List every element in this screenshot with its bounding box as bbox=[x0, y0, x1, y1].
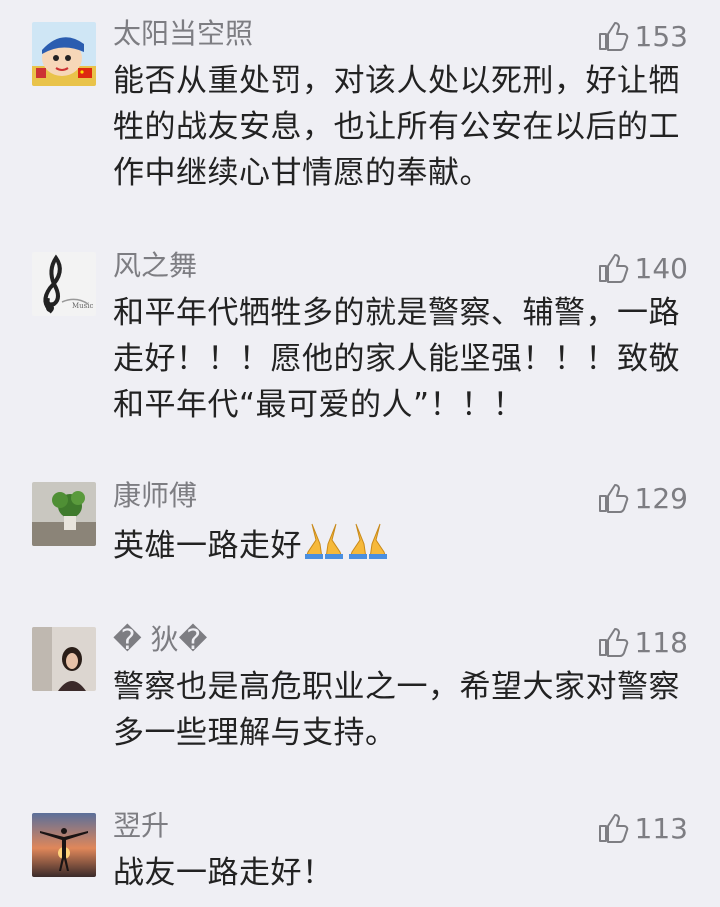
like-button[interactable]: 140 bbox=[597, 250, 688, 286]
like-count: 113 bbox=[634, 811, 688, 845]
comment-text: 能否从重处罚，对该人处以死刑，好让牺牲的战友安息，也让所有公安在以后的工作中继续… bbox=[113, 63, 680, 191]
portrait-photo-avatar-icon[interactable] bbox=[32, 627, 96, 691]
comment-author[interactable]: 太阳当空照 bbox=[113, 17, 253, 51]
music-clef-avatar-icon[interactable]: Music bbox=[32, 252, 96, 316]
thumbs-up-icon bbox=[598, 628, 628, 657]
like-button[interactable]: 129 bbox=[597, 480, 688, 516]
comment-author[interactable]: 翌升 bbox=[113, 809, 169, 843]
like-count: 153 bbox=[634, 19, 688, 53]
comment-text: 战友一路走好！ bbox=[113, 855, 334, 891]
comment-author[interactable]: 康师傅 bbox=[113, 479, 197, 513]
like-count: 129 bbox=[634, 481, 688, 515]
comment-text-body: 英雄一路走好 bbox=[113, 528, 302, 564]
thumbs-up-icon bbox=[598, 814, 628, 843]
like-button[interactable]: 113 bbox=[597, 810, 688, 846]
praying-hands-emoji bbox=[302, 520, 390, 573]
comment-author[interactable]: � 狄� bbox=[113, 623, 207, 657]
sunset-silhouette-avatar-icon[interactable] bbox=[32, 813, 96, 877]
like-button[interactable]: 118 bbox=[597, 624, 688, 660]
like-count: 140 bbox=[634, 251, 688, 285]
plant-photo-avatar-icon[interactable] bbox=[32, 482, 96, 546]
comment-text: 警察也是高危职业之一，希望大家对警察多一些理解与支持。 bbox=[113, 669, 680, 751]
like-button[interactable]: 153 bbox=[597, 18, 688, 54]
svg-text:Music: Music bbox=[72, 302, 94, 310]
like-count: 118 bbox=[634, 625, 688, 659]
thumbs-up-icon bbox=[598, 484, 628, 513]
comment-text: 英雄一路走好 bbox=[113, 520, 688, 573]
thumbs-up-icon bbox=[598, 22, 628, 51]
comment-text: 和平年代牺牲多的就是警察、辅警，一路走好！！！愿他的家人能坚强！！！致敬和平年代… bbox=[113, 295, 680, 423]
cartoon-avatar-icon[interactable] bbox=[32, 22, 96, 86]
comment-author[interactable]: 风之舞 bbox=[113, 249, 197, 283]
thumbs-up-icon bbox=[598, 254, 628, 283]
